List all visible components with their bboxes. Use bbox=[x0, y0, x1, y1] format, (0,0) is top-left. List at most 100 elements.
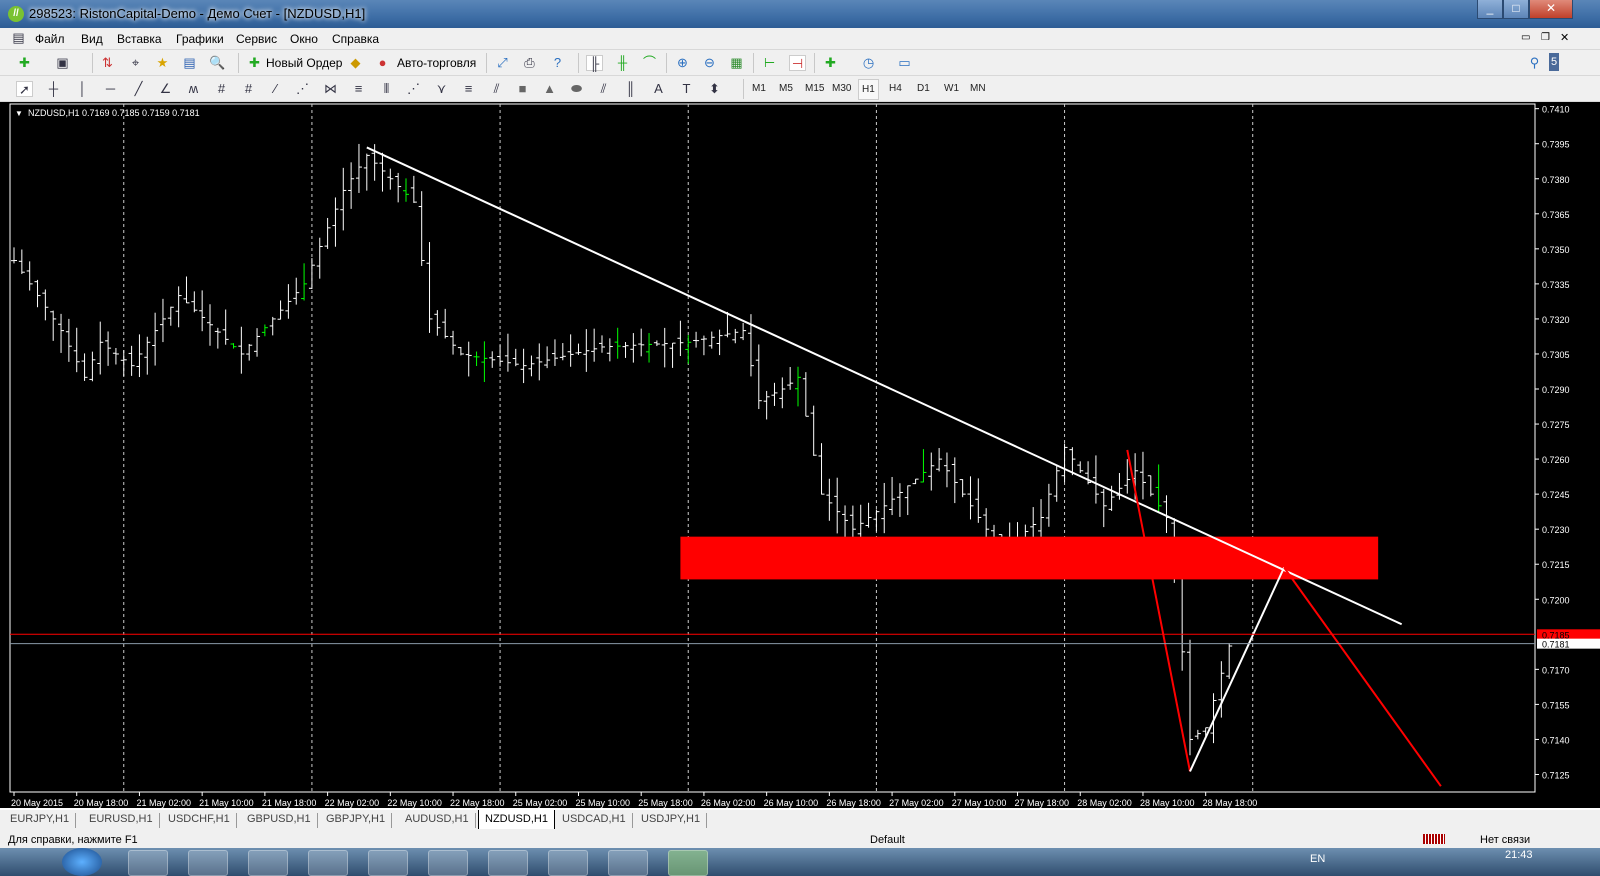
fibo-channel-icon[interactable]: ⫽ bbox=[488, 81, 505, 97]
elliott-e-icon[interactable]: # bbox=[213, 81, 230, 97]
crosshair-icon[interactable]: ┼ bbox=[45, 81, 62, 97]
timeframe-h1[interactable]: H1 bbox=[858, 79, 879, 100]
taskbar-app[interactable] bbox=[368, 850, 408, 876]
favorites-icon[interactable]: ★ bbox=[154, 55, 171, 71]
minimize-button[interactable]: _ bbox=[1477, 0, 1503, 19]
clock[interactable]: 21:43 bbox=[1505, 849, 1533, 861]
mdi-close-button[interactable]: ✕ bbox=[1560, 31, 1569, 44]
timeframe-d1[interactable]: D1 bbox=[917, 83, 930, 94]
navigator-icon[interactable]: ⌖ bbox=[127, 55, 144, 71]
vertical-line-icon[interactable]: │ bbox=[74, 81, 91, 97]
gann-fan-icon[interactable]: ⋰ bbox=[294, 81, 311, 97]
zoom-in-icon[interactable]: ⊕ bbox=[674, 55, 691, 71]
fibo-timezones-icon[interactable]: ⦀ bbox=[378, 81, 395, 97]
search-icon[interactable]: ⚲ bbox=[1526, 55, 1543, 71]
fibo-arcs-icon[interactable]: ⋎ bbox=[433, 81, 450, 97]
chart-canvas[interactable]: 0.7410 0.7395 0.7380 0.7365 0.7350 0.7335 0.73… bbox=[0, 102, 1600, 808]
taskbar-ie[interactable] bbox=[128, 850, 168, 876]
tab-nzdusd-h1[interactable]: NZDUSD,H1 bbox=[478, 810, 555, 830]
trendline-icon[interactable]: ╱ bbox=[130, 81, 147, 97]
market-watch-icon[interactable]: ⇅ bbox=[99, 55, 116, 71]
menu-file[interactable]: Файл bbox=[35, 32, 65, 46]
print-icon[interactable]: ⎙ bbox=[521, 55, 538, 71]
zoom-out-icon[interactable]: ⊖ bbox=[701, 55, 718, 71]
cursor-icon[interactable]: ➚ bbox=[16, 81, 33, 97]
start-button[interactable] bbox=[62, 848, 102, 876]
taskbar-explorer[interactable] bbox=[188, 850, 228, 876]
new-order-button[interactable]: Новый Ордер bbox=[266, 56, 342, 70]
tab-usdjpy-h1[interactable]: USDJPY,H1 bbox=[635, 813, 708, 828]
mdi-minimize-button[interactable]: ▭ bbox=[1521, 32, 1530, 43]
tab-audusd-h1[interactable]: AUDUSD,H1 bbox=[399, 813, 476, 828]
auto-trading-icon[interactable]: ● bbox=[374, 55, 391, 71]
tab-gbpjpy-h1[interactable]: GBPJPY,H1 bbox=[320, 813, 393, 828]
elliott-d-icon[interactable]: # bbox=[240, 81, 257, 97]
tab-usdchf-h1[interactable]: USDCHF,H1 bbox=[162, 813, 237, 828]
taskbar-app[interactable] bbox=[248, 850, 288, 876]
menu-tools[interactable]: Сервис bbox=[236, 32, 277, 46]
elliott-icon[interactable]: ʍ bbox=[185, 81, 202, 97]
strategy-tester-icon[interactable]: 🔍 bbox=[209, 55, 226, 71]
auto-scroll-icon[interactable]: ⊣ bbox=[789, 55, 806, 71]
taskbar-app[interactable] bbox=[608, 850, 648, 876]
cycle-lines-icon[interactable]: ║ bbox=[622, 81, 639, 97]
line-chart-icon[interactable]: ⌒ bbox=[641, 55, 658, 71]
timeframe-m1[interactable]: M1 bbox=[752, 83, 766, 94]
channel-icon[interactable]: ⫽ bbox=[595, 81, 612, 97]
taskbar-metatrader[interactable] bbox=[668, 850, 708, 876]
tile-windows-icon[interactable]: ▦ bbox=[728, 55, 745, 71]
mdi-restore-button[interactable]: ❐ bbox=[1541, 32, 1550, 43]
profiles-icon[interactable]: ▣ bbox=[54, 55, 71, 71]
help-icon[interactable]: ? bbox=[549, 55, 566, 71]
fibo-retracement-icon[interactable]: ≡ bbox=[350, 81, 367, 97]
menu-charts[interactable]: Графики bbox=[176, 32, 224, 46]
timeframe-mn[interactable]: MN bbox=[970, 83, 986, 94]
periods-icon[interactable]: ◷ bbox=[860, 55, 877, 71]
notification-badge[interactable]: 5 bbox=[1549, 53, 1559, 71]
fibo-expansion-icon[interactable]: ≡ bbox=[460, 81, 477, 97]
timeframe-h4[interactable]: H4 bbox=[889, 83, 902, 94]
timeframe-w1[interactable]: W1 bbox=[944, 83, 959, 94]
timeframe-m15[interactable]: M15 bbox=[805, 83, 824, 94]
timeframe-m30[interactable]: M30 bbox=[832, 83, 851, 94]
metaeditor-icon[interactable]: ◆ bbox=[347, 55, 364, 71]
text-tool-icon[interactable]: A bbox=[650, 81, 667, 97]
gann-line-icon[interactable]: ⁄ bbox=[267, 81, 284, 97]
price-chart[interactable]: 0.7410 0.7395 0.7380 0.7365 0.7350 0.7335 0.73… bbox=[0, 102, 1600, 808]
menu-insert[interactable]: Вставка bbox=[117, 32, 162, 46]
fibo-fan-icon[interactable]: ⋰ bbox=[405, 81, 422, 97]
tab-eurusd-h1[interactable]: EURUSD,H1 bbox=[83, 813, 160, 828]
indicators-icon[interactable]: ✚ bbox=[822, 55, 839, 71]
triangle-icon[interactable]: ▲ bbox=[541, 81, 558, 97]
trend-angle-icon[interactable]: ∠ bbox=[157, 81, 174, 97]
tab-eurjpy-h1[interactable]: EURJPY,H1 bbox=[4, 813, 77, 828]
new-chart-icon[interactable]: ✚ bbox=[16, 55, 33, 71]
chart-menu-arrow-icon[interactable]: ▼ bbox=[15, 109, 23, 118]
taskbar-app[interactable] bbox=[488, 850, 528, 876]
chart-shift-icon[interactable]: ⊢ bbox=[761, 55, 778, 71]
language-indicator[interactable]: EN bbox=[1310, 853, 1325, 865]
taskbar-app[interactable] bbox=[428, 850, 468, 876]
menu-help[interactable]: Справка bbox=[332, 32, 379, 46]
candlestick-icon[interactable]: ╫ bbox=[614, 55, 631, 71]
taskbar-app[interactable] bbox=[548, 850, 588, 876]
menu-window[interactable]: Окно bbox=[290, 32, 318, 46]
menu-view[interactable]: Вид bbox=[81, 32, 103, 46]
terminal-icon[interactable]: ▤ bbox=[181, 55, 198, 71]
fullscreen-icon[interactable]: ⤢ bbox=[494, 55, 511, 71]
ellipse-icon[interactable]: ⬬ bbox=[568, 81, 585, 97]
auto-trading-button[interactable]: Авто-торговля bbox=[397, 56, 476, 70]
taskbar-app[interactable] bbox=[308, 850, 348, 876]
templates-icon[interactable]: ▭ bbox=[896, 55, 913, 71]
gann-grid-icon[interactable]: ⋈ bbox=[322, 81, 339, 97]
text-label-icon[interactable]: T bbox=[678, 81, 695, 97]
chart-window-icon[interactable]: ▤ bbox=[10, 30, 27, 46]
bar-chart-icon[interactable]: ╟ bbox=[586, 55, 603, 71]
horizontal-line-icon[interactable]: ─ bbox=[102, 81, 119, 97]
arrows-icon[interactable]: ⬍ bbox=[706, 81, 723, 97]
timeframe-m5[interactable]: M5 bbox=[779, 83, 793, 94]
tab-gbpusd-h1[interactable]: GBPUSD,H1 bbox=[241, 813, 318, 828]
tab-usdcad-h1[interactable]: USDCAD,H1 bbox=[556, 813, 633, 828]
rectangle-icon[interactable]: ■ bbox=[514, 81, 531, 97]
close-button[interactable]: ✕ bbox=[1529, 0, 1573, 19]
